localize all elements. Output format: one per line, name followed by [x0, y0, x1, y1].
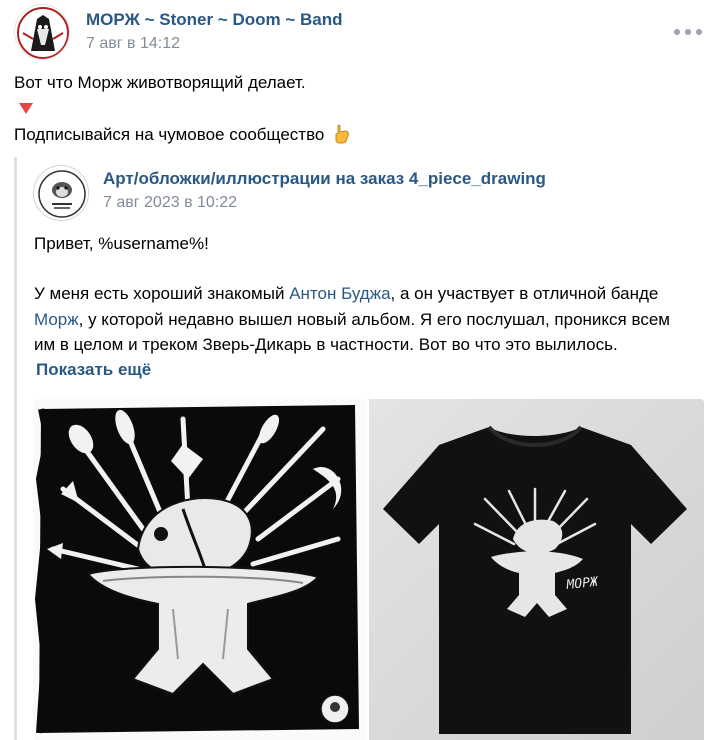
post-author-link[interactable]: МОРЖ ~ Stoner ~ Doom ~ Band: [86, 10, 343, 30]
mention-link-morzh[interactable]: Морж: [34, 310, 79, 329]
community-avatar[interactable]: [14, 4, 70, 60]
repost-author-link[interactable]: Арт/обложки/иллюстрации на заказ 4_piece…: [103, 169, 546, 189]
repost-avatar[interactable]: [33, 165, 89, 221]
artwork-image[interactable]: [33, 399, 366, 740]
repost-text-line-2: Морж, у которой недавно вышел новый альб…: [34, 310, 670, 330]
dot-icon: [696, 29, 702, 35]
repost-text-segment: , а он участвует в отличной банде: [390, 284, 659, 303]
repost-text-line-1: У меня есть хороший знакомый Антон Буджа…: [34, 284, 658, 304]
repost-text-line-3: им в целом и треком Зверь-Дикарь в частн…: [34, 335, 618, 354]
mention-link-anton[interactable]: Антон Буджа: [289, 284, 390, 303]
post-card: МОРЖ ~ Stoner ~ Doom ~ Band 7 авг в 14:1…: [0, 0, 726, 740]
repost-text-segment: У меня есть хороший знакомый: [34, 284, 290, 303]
repost-text-segment: , у которой недавно вышел новый альбом. …: [78, 310, 670, 329]
show-more-link[interactable]: Показать ещё: [36, 360, 151, 380]
dot-icon: [685, 29, 691, 35]
post-text-line-1: Вот что Морж животворящий делает.: [14, 73, 306, 92]
repost-date[interactable]: 7 авг 2023 в 10:22: [103, 194, 237, 212]
repost-greeting: Привет, %username%!: [34, 234, 209, 253]
red-triangle-down-icon: [19, 103, 33, 114]
more-options-icon[interactable]: [674, 22, 702, 42]
tshirt-mockup-image[interactable]: МОРЖ: [369, 399, 704, 740]
repost-quote-bar: [14, 157, 17, 740]
post-text-line-2-text: Подписывайся на чумовое сообщество: [14, 125, 325, 144]
post-date[interactable]: 7 авг в 14:12: [86, 35, 180, 53]
dot-icon: [674, 29, 680, 35]
pointing-down-hand-icon: [335, 124, 349, 144]
post-text-line-2: Подписывайся на чумовое сообщество: [14, 124, 351, 145]
